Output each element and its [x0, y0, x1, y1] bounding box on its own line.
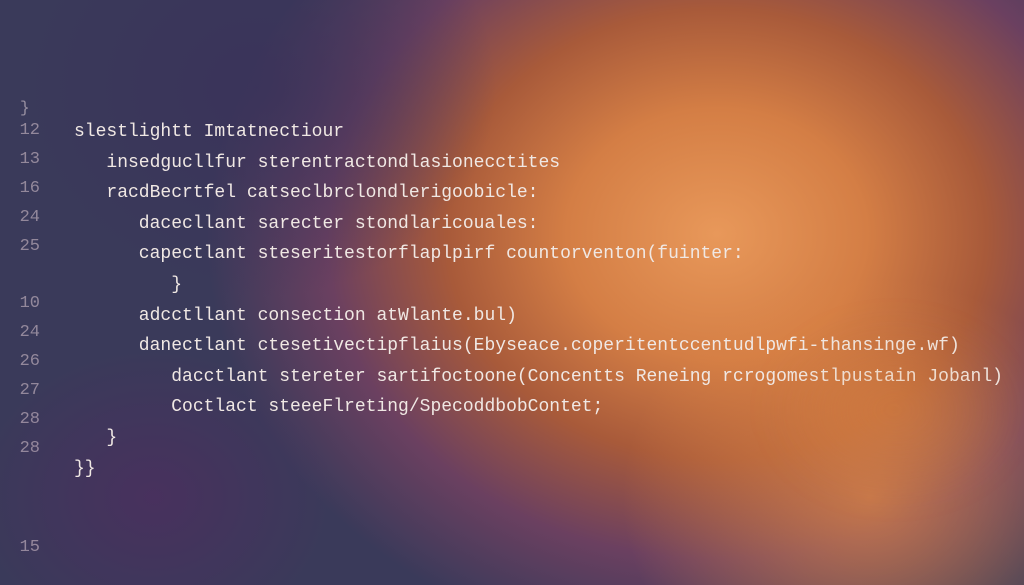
line-number: 13	[0, 146, 46, 175]
line-number: 12	[0, 117, 46, 146]
code-line: dacctlant stereter sartifoctoone(Concent…	[74, 362, 1024, 393]
line-number: 10	[0, 290, 46, 319]
code-line: danectlant ctesetivectipflaius(Ebyseace.…	[74, 331, 1024, 362]
line-number: 16	[0, 175, 46, 204]
line-number: 28	[0, 435, 46, 464]
code-line: }	[74, 270, 1024, 301]
line-number: 24	[0, 204, 46, 233]
code-line: Coctlact steeeFlreting/SpecoddbobContet;	[74, 392, 1024, 423]
code-line: insedgucllfur sterentractondlasionecctit…	[74, 148, 1024, 179]
line-number: 27	[0, 377, 46, 406]
bottom-line-number: 15	[0, 534, 46, 563]
code-line: adcctllant consection atWlante.bul)	[74, 301, 1024, 332]
code-line: slestlightt Imtatnectiour	[74, 117, 1024, 148]
code-line: racdBecrtfel catseclbrclondlerigoobicle:	[74, 178, 1024, 209]
line-number: 25	[0, 233, 46, 262]
code-editor: 1213162425 102426272828 slestlightt Imta…	[0, 0, 1024, 484]
code-line: }	[74, 423, 1024, 454]
code-line: dacecllant sarecter stondlaricouales:	[74, 209, 1024, 240]
line-number	[0, 261, 46, 290]
line-number: 28	[0, 406, 46, 435]
code-line: }}	[74, 454, 1024, 485]
line-number: 24	[0, 319, 46, 348]
code-content: slestlightt Imtatnectiour insedgucllfur …	[46, 117, 1024, 484]
line-number-gutter: 1213162425 102426272828	[0, 117, 46, 484]
line-number: 26	[0, 348, 46, 377]
code-line: capectlant steseritestorflaplpirf counto…	[74, 239, 1024, 270]
